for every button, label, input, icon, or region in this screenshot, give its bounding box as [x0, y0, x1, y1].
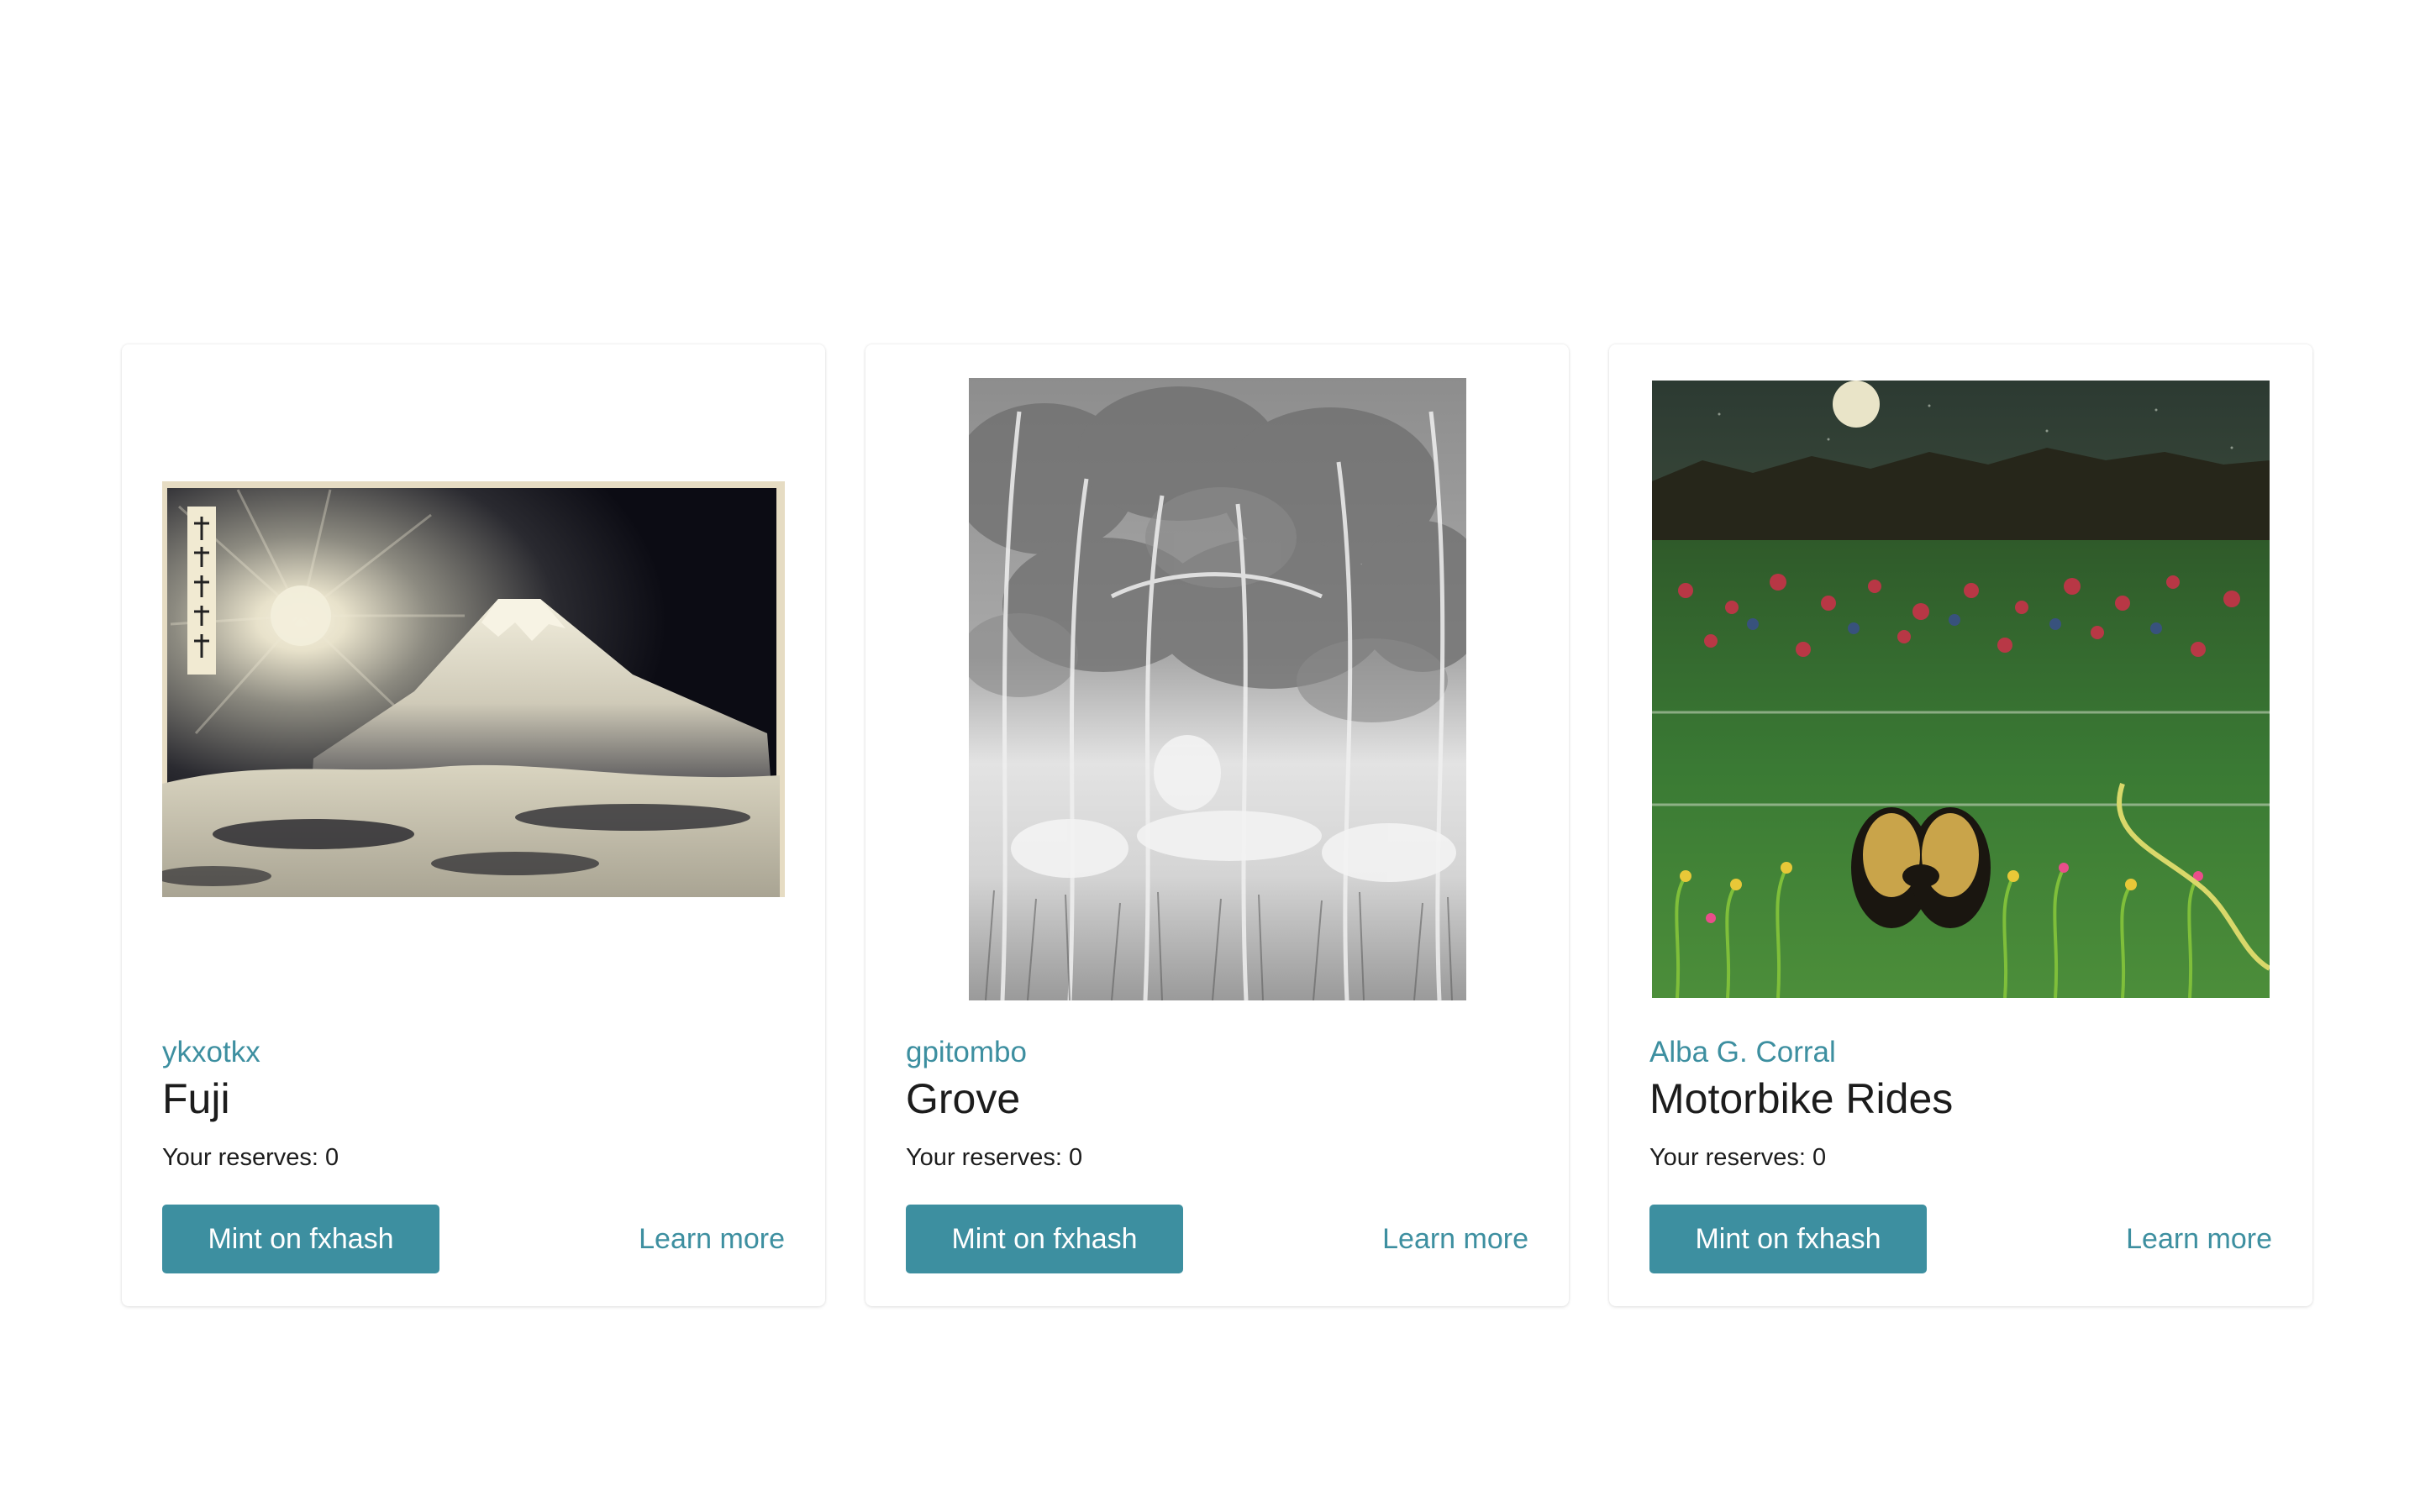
reserves-label: Your reserves: [906, 1144, 1069, 1171]
artwork-frame [1649, 378, 2272, 1000]
mint-button[interactable]: Mint on fxhash [1649, 1205, 1927, 1273]
project-title: Fuji [162, 1075, 230, 1122]
reserves-value: 0 [324, 1144, 339, 1171]
learn-more-link[interactable]: Learn more [2126, 1223, 2272, 1256]
fuji-artwork-image[interactable] [162, 481, 785, 897]
artwork-frame [906, 378, 1528, 1000]
grove-artwork-image[interactable] [968, 378, 1466, 1000]
reserves-value: 0 [1812, 1144, 1827, 1171]
card-actions: Mint on fxhash Learn more [906, 1205, 1528, 1273]
learn-more-link[interactable]: Learn more [639, 1223, 785, 1256]
reserves-info: Your reserves: 0 [1649, 1142, 2272, 1173]
project-card-fuji: ykxotkx Fuji Your reserves: 0 Mint on fx… [122, 344, 825, 1306]
reserves-value: 0 [1068, 1144, 1083, 1171]
card-info: ykxotkx Fuji Your reserves: 0 Mint on fx… [162, 1035, 785, 1273]
card-info: gpitombo Grove Your reserves: 0 Mint on … [906, 1035, 1528, 1273]
card-actions: Mint on fxhash Learn more [162, 1205, 785, 1273]
reserves-info: Your reserves: 0 [906, 1142, 1528, 1173]
project-cards-row: ykxotkx Fuji Your reserves: 0 Mint on fx… [122, 344, 2315, 1306]
project-title: Grove [906, 1075, 1021, 1122]
card-info: Alba G. Corral Motorbike Rides Your rese… [1649, 1035, 2272, 1273]
artist-link[interactable]: ykxotkx [162, 1035, 785, 1070]
artist-link[interactable]: Alba G. Corral [1649, 1035, 2272, 1070]
reserves-info: Your reserves: 0 [162, 1142, 785, 1173]
mint-button[interactable]: Mint on fxhash [906, 1205, 1183, 1273]
learn-more-link[interactable]: Learn more [1382, 1223, 1528, 1256]
page: ykxotkx Fuji Your reserves: 0 Mint on fx… [0, 0, 2420, 1512]
project-title: Motorbike Rides [1649, 1075, 1954, 1122]
artist-link[interactable]: gpitombo [906, 1035, 1528, 1070]
motorbike-rides-artwork-image[interactable] [1652, 381, 2270, 998]
mint-button[interactable]: Mint on fxhash [162, 1205, 439, 1273]
reserves-label: Your reserves: [1649, 1144, 1812, 1171]
reserves-label: Your reserves: [162, 1144, 325, 1171]
artwork-frame [162, 378, 785, 1000]
card-actions: Mint on fxhash Learn more [1649, 1205, 2272, 1273]
project-card-grove: gpitombo Grove Your reserves: 0 Mint on … [865, 344, 1569, 1306]
project-card-motorbike-rides: Alba G. Corral Motorbike Rides Your rese… [1609, 344, 2312, 1306]
